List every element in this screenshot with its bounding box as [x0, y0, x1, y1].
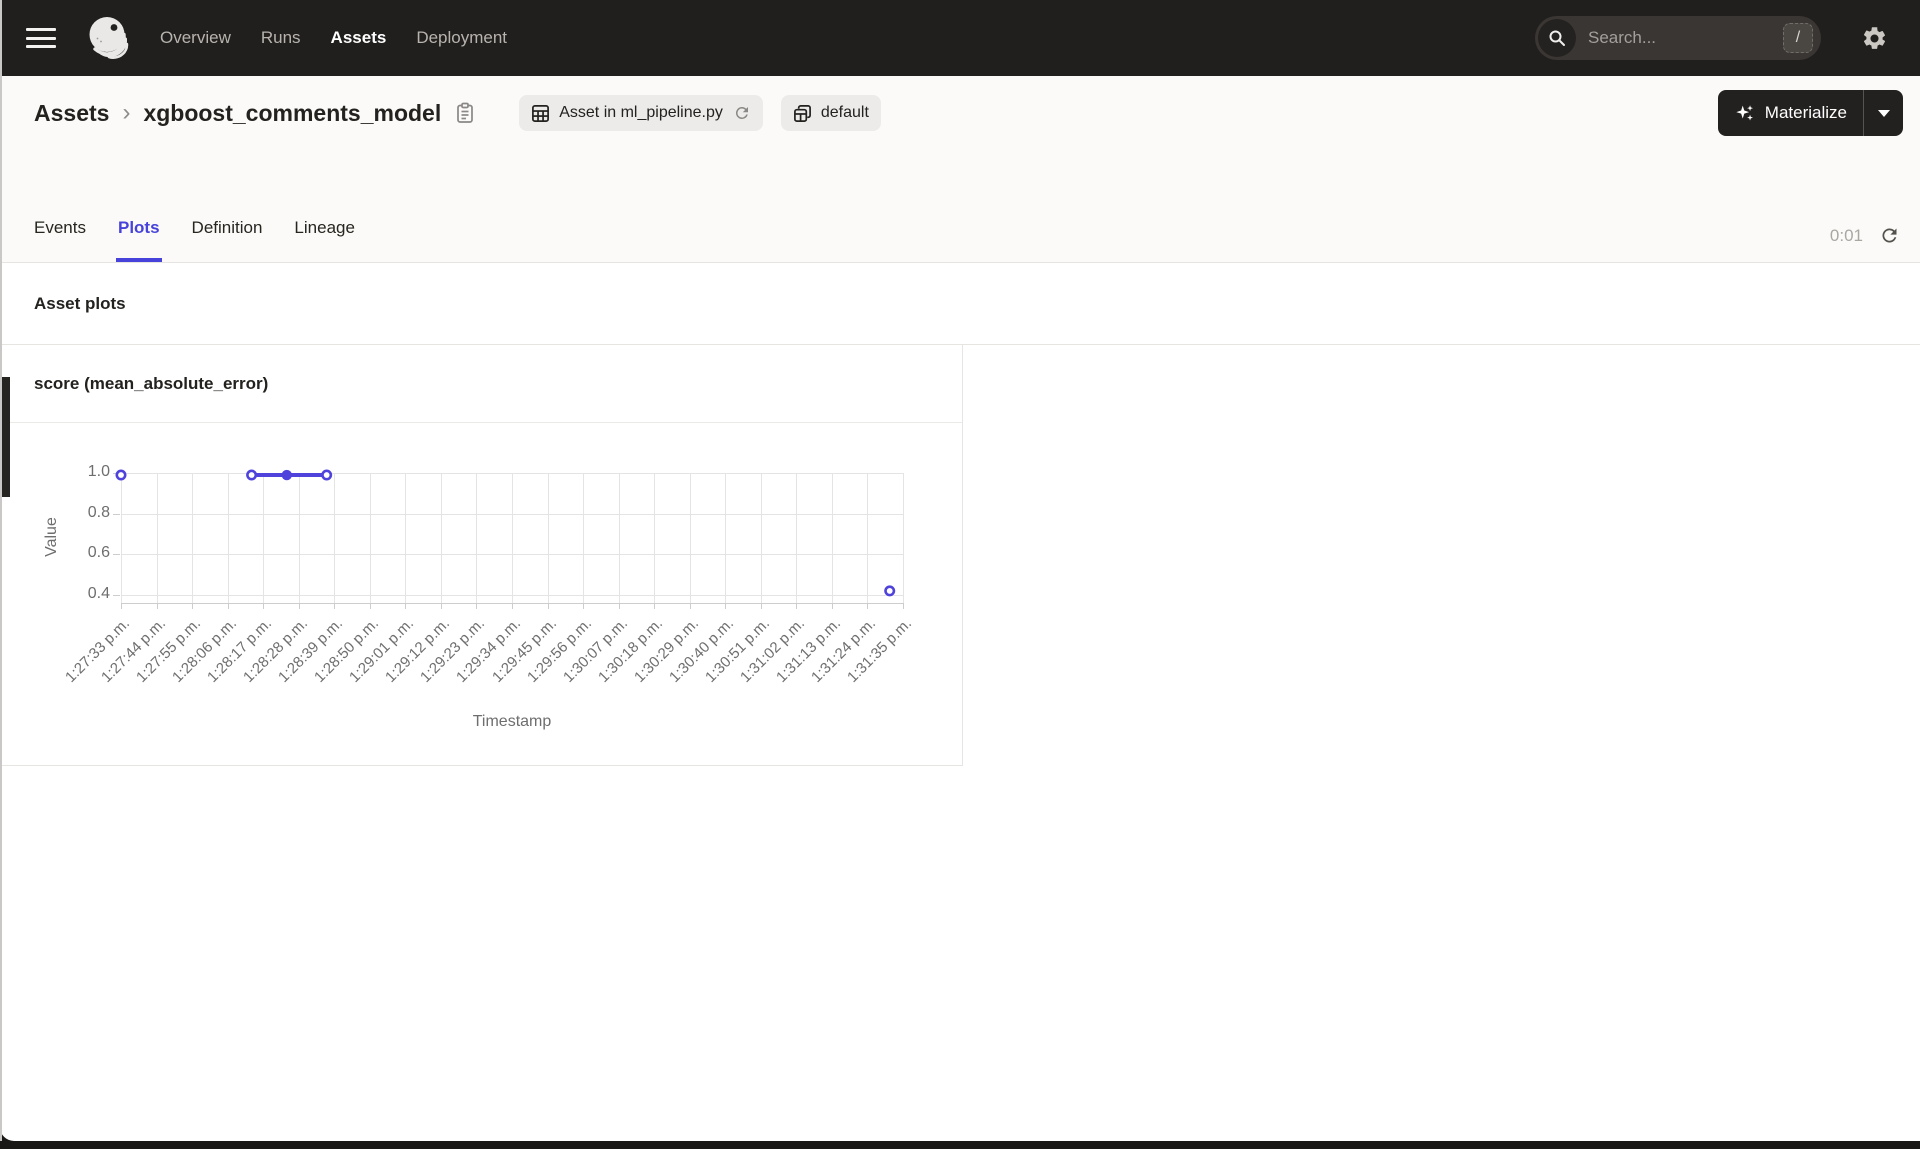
materialize-label: Materialize — [1764, 103, 1847, 122]
global-search[interactable]: / — [1535, 16, 1821, 60]
caret-down-icon — [1877, 109, 1890, 117]
code-location-tag[interactable]: Asset in ml_pipeline.py — [519, 95, 763, 131]
table-icon — [531, 104, 550, 123]
top-nav: Overview Runs Assets Deployment / — [0, 0, 1920, 76]
app-window: Overview Runs Assets Deployment / Assets… — [0, 0, 1920, 1141]
plot-title: score (mean_absolute_error) — [34, 373, 269, 393]
sparkle-icon — [1736, 105, 1753, 121]
chart-series-layer — [115, 469, 896, 597]
section-title: Asset plots — [34, 293, 126, 313]
data-point[interactable] — [246, 469, 258, 481]
refresh-countdown: 0:01 — [1829, 225, 1863, 245]
data-point[interactable] — [884, 585, 896, 597]
search-shortcut-badge: / — [1783, 23, 1813, 53]
nav-item-runs[interactable]: Runs — [261, 28, 301, 48]
tab-definition[interactable]: Definition — [192, 218, 263, 262]
plot-card: score (mean_absolute_error) 1.0 0.8 0.6 0.4… — [0, 345, 963, 766]
chart-canvas: 1.0 0.8 0.6 0.4 1:27:33 p.m. 1:27:44 p.m. 1:27… — [0, 423, 962, 765]
code-location-label: Asset in ml_pipeline.py — [559, 104, 723, 121]
data-point[interactable] — [281, 469, 292, 481]
dagster-logo[interactable] — [82, 13, 132, 63]
data-point[interactable] — [321, 469, 333, 481]
materialize-button[interactable]: Materialize — [1718, 90, 1863, 136]
materialize-split-button: Materialize — [1717, 90, 1903, 136]
breadcrumb-row: Assets › xgboost_comments_model Asset in… — [0, 76, 1920, 150]
primary-nav: Overview Runs Assets Deployment — [160, 28, 507, 48]
asset-tags: Asset in ml_pipeline.py default — [519, 95, 881, 131]
reload-location-icon[interactable] — [733, 104, 751, 122]
nav-item-deployment[interactable]: Deployment — [416, 28, 507, 48]
tab-plots[interactable]: Plots — [116, 218, 162, 262]
asset-group-label: default — [820, 104, 869, 121]
materialize-dropdown-button[interactable] — [1863, 90, 1903, 136]
refresh-icon[interactable] — [1879, 225, 1900, 246]
tab-events[interactable]: Events — [34, 218, 86, 262]
breadcrumb-assets-link[interactable]: Assets — [34, 100, 109, 127]
nav-item-overview[interactable]: Overview — [160, 28, 231, 48]
background-window-sliver — [2, 377, 10, 497]
window-left-edge — [0, 0, 2, 1141]
data-point[interactable] — [115, 469, 127, 481]
breadcrumb-separator: › — [122, 99, 131, 126]
tab-lineage[interactable]: Lineage — [294, 218, 355, 262]
search-input[interactable] — [1588, 28, 1738, 48]
tabs-row: Events Plots Definition Lineage 0:01 — [0, 150, 1920, 263]
page-title: xgboost_comments_model — [143, 99, 442, 126]
plots-content: score (mean_absolute_error) 1.0 0.8 0.6 0.4… — [0, 345, 1920, 1005]
section-header: Asset plots — [0, 263, 1920, 345]
copy-asset-name-icon[interactable] — [455, 102, 475, 124]
nav-item-assets[interactable]: Assets — [331, 28, 387, 48]
hamburger-menu-icon[interactable] — [26, 28, 56, 48]
asset-group-tag[interactable]: default — [780, 95, 881, 131]
asset-tabs: Events Plots Definition Lineage — [34, 218, 355, 262]
search-icon — [1538, 19, 1576, 57]
asset-group-icon — [793, 104, 812, 123]
gear-icon[interactable] — [1861, 25, 1888, 52]
